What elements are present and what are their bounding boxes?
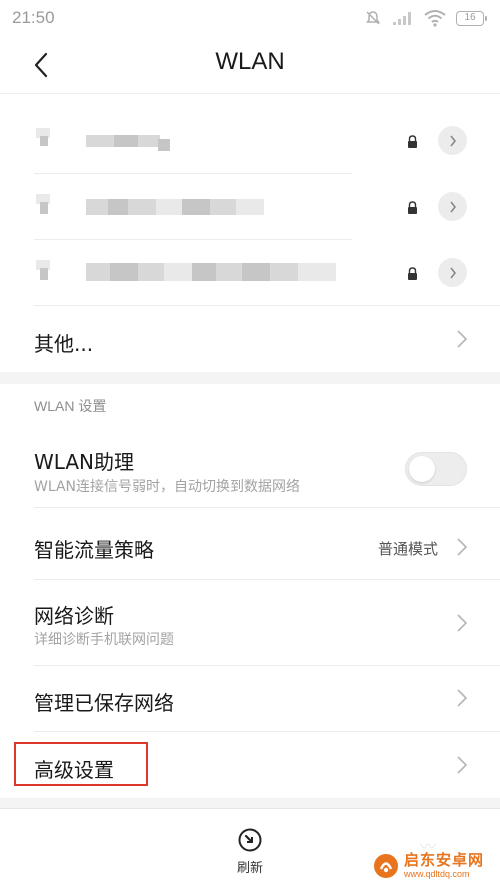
network-details-button[interactable] [438,258,467,287]
wifi-icon [424,10,446,27]
page-title: WLAN [215,48,285,75]
manage-saved-networks-row[interactable]: 管理已保存网络 [0,666,500,732]
network-row-1[interactable] [0,108,500,174]
lock-icon [408,201,417,214]
battery-icon: 16 [456,10,487,26]
wlan-assistant-description: WLAN连接信号弱时，自动切换到数据网络 [34,479,301,495]
signal-icon [393,12,411,25]
status-bar: 21:50 16 [0,0,500,36]
smart-traffic-label: 智能流量策略 [34,538,154,562]
status-icons: 16 [364,9,487,27]
chevron-right-icon [457,330,468,348]
chevron-right-icon [449,135,456,146]
section-gap [0,798,500,808]
diagnostics-label: 网络诊断 [34,604,114,628]
watermark: 启东安卓网 www.qdltdq.com [372,852,484,880]
smart-traffic-row[interactable]: 智能流量策略 普通模式 [0,508,500,580]
other-network-row[interactable]: 其他... [0,306,500,372]
section-title: WLAN 设置 [34,398,107,414]
wlan-assistant-label: WLAN助理 [34,450,135,474]
smart-traffic-value: 普通模式 [377,540,438,558]
diagnostics-description: 详细诊断手机联网问题 [34,632,174,648]
lock-icon [408,135,417,148]
status-time: 21:50 [12,8,55,27]
battery-level: 16 [464,11,476,23]
nav-bar: WLAN [0,36,500,94]
chevron-right-icon [449,201,456,212]
other-network-label: 其他... [34,332,94,356]
mute-icon [366,11,380,25]
chevron-right-icon [457,614,468,632]
lock-icon [408,267,417,280]
chevron-right-icon [457,756,468,774]
watermark-url: www.qdltdq.com [404,869,470,879]
network-row-3[interactable] [0,240,500,306]
toggle-knob [409,456,435,482]
network-row-2[interactable] [0,174,500,240]
manage-saved-networks-label: 管理已保存网络 [34,691,174,715]
chevron-right-icon [457,689,468,707]
watermark-text: 启东安卓网 www.qdltdq.com [404,853,484,879]
section-gap [0,372,500,384]
refresh-button[interactable]: 刷新 [220,823,280,879]
wlan-assistant-toggle[interactable] [405,452,467,486]
watermark-logo-icon [374,854,398,878]
chevron-right-icon [457,538,468,556]
diagnostics-row[interactable]: 网络诊断 详细诊断手机联网问题 [0,580,500,666]
refresh-icon [238,828,262,852]
watermark-name: 启东安卓网 [404,851,485,869]
network-details-button[interactable] [438,192,467,221]
network-details-button[interactable] [438,126,467,155]
chevron-right-icon [449,267,456,278]
highlight-annotation [14,742,148,786]
refresh-label: 刷新 [236,861,263,876]
